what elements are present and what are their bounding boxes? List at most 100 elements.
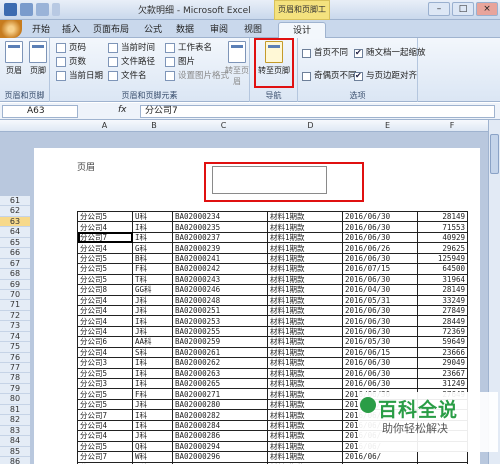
table-cell[interactable]: F科: [132, 263, 173, 275]
table-cell[interactable]: 材料1期款: [267, 273, 343, 286]
tab-data[interactable]: 数据: [172, 22, 198, 38]
table-cell[interactable]: 31249: [417, 377, 468, 390]
table-cell[interactable]: S科: [132, 346, 173, 359]
table-cell[interactable]: 分公司4: [77, 346, 133, 359]
table-cell[interactable]: 材料1期款: [267, 377, 343, 390]
minimize-button[interactable]: –: [428, 2, 450, 16]
column-header-c[interactable]: C: [175, 120, 272, 132]
table-cell[interactable]: 材料1期款: [267, 231, 343, 244]
table-cell[interactable]: AA科: [132, 336, 173, 348]
row-header[interactable]: 80: [0, 394, 30, 405]
qat-dropdown-icon[interactable]: [52, 3, 60, 16]
file-path-button[interactable]: 文件路径: [108, 56, 155, 68]
row-header[interactable]: 84: [0, 436, 30, 447]
table-cell[interactable]: I科: [132, 231, 173, 244]
table-cell[interactable]: 材料1期款: [267, 451, 343, 463]
table-cell[interactable]: 2016/07/15: [342, 263, 418, 275]
table-cell[interactable]: 29049: [417, 357, 468, 369]
table-cell[interactable]: 分公司5: [77, 252, 133, 265]
table-cell[interactable]: 材料1期款: [267, 242, 343, 254]
row-header[interactable]: 83: [0, 425, 30, 437]
table-cell[interactable]: F科: [132, 388, 173, 400]
fx-icon[interactable]: fx: [118, 105, 127, 115]
table-cell[interactable]: BA02000253: [172, 315, 268, 327]
table-cell[interactable]: 材料1期款: [267, 388, 343, 400]
table-cell[interactable]: 28449: [417, 315, 468, 327]
format-picture-button[interactable]: 设置图片格式: [165, 70, 229, 82]
table-cell[interactable]: 2016/06/30: [342, 325, 418, 338]
table-cell[interactable]: BA02000239: [172, 242, 268, 254]
table-cell[interactable]: 2016/06/30: [342, 367, 418, 380]
table-cell[interactable]: 27849: [417, 304, 468, 317]
table-cell[interactable]: 材料1期款: [267, 336, 343, 348]
table-cell[interactable]: 分公司4: [77, 221, 133, 233]
table-cell[interactable]: 28149: [417, 210, 468, 223]
column-header-b[interactable]: B: [133, 120, 175, 132]
table-cell[interactable]: 材料1期款: [267, 398, 343, 411]
table-cell[interactable]: 72369: [417, 325, 468, 338]
table-cell[interactable]: BA02000246: [172, 284, 268, 296]
row-header[interactable]: 73: [0, 321, 30, 332]
table-cell[interactable]: J科: [132, 294, 173, 306]
row-header[interactable]: 68: [0, 269, 30, 280]
table-cell[interactable]: BA02000251: [172, 304, 268, 317]
table-cell[interactable]: 分公司4: [77, 304, 133, 317]
table-cell[interactable]: J科: [132, 325, 173, 338]
row-header[interactable]: 76: [0, 352, 30, 363]
table-cell[interactable]: U科: [132, 210, 173, 223]
table-cell[interactable]: BA02000248: [172, 294, 268, 306]
row-header[interactable]: 81: [0, 404, 30, 416]
table-cell[interactable]: BA02000280: [172, 398, 268, 411]
table-cell[interactable]: 分公司5: [77, 398, 133, 411]
table-cell[interactable]: 2016/06/26: [342, 242, 418, 254]
row-header[interactable]: 79: [0, 383, 30, 395]
row-header[interactable]: 86: [0, 456, 30, 464]
formula-input[interactable]: 分公司7: [140, 105, 495, 118]
table-cell[interactable]: 2016/06/15: [342, 346, 418, 359]
table-cell[interactable]: BA02000243: [172, 273, 268, 286]
row-header[interactable]: 62: [0, 206, 30, 217]
table-cell[interactable]: 40929: [417, 231, 468, 244]
table-cell[interactable]: W科: [132, 451, 173, 463]
table-cell[interactable]: T科: [132, 273, 173, 286]
row-header[interactable]: 72: [0, 310, 30, 322]
table-cell[interactable]: 分公司5: [77, 273, 133, 286]
tab-review[interactable]: 审阅: [206, 22, 232, 38]
row-header[interactable]: 67: [0, 258, 30, 270]
table-cell[interactable]: 材料1期款: [267, 284, 343, 296]
row-header[interactable]: 70: [0, 289, 30, 301]
table-cell[interactable]: 分公司7: [77, 409, 133, 421]
table-cell[interactable]: BA02000282: [172, 409, 268, 421]
table-cell[interactable]: BA02000286: [172, 430, 268, 442]
table-cell[interactable]: I科: [132, 377, 173, 390]
scroll-thumb[interactable]: [490, 134, 499, 174]
table-cell[interactable]: 材料1期款: [267, 419, 343, 432]
table-cell[interactable]: 31964: [417, 273, 468, 286]
current-time-button[interactable]: 当前时间: [108, 42, 155, 54]
tab-design[interactable]: 设计: [278, 22, 326, 38]
scale-with-document-checkbox[interactable]: 随文档一起缩放: [354, 47, 426, 59]
table-cell[interactable]: 材料1期款: [267, 221, 343, 233]
column-header-d[interactable]: D: [272, 120, 349, 132]
table-cell[interactable]: 材料1期款: [267, 210, 343, 223]
table-cell[interactable]: 材料1期款: [267, 409, 343, 421]
table-cell[interactable]: I科: [132, 357, 173, 369]
table-cell[interactable]: I科: [132, 367, 173, 380]
odd-even-different-checkbox[interactable]: 奇偶页不同: [302, 70, 357, 82]
table-cell[interactable]: 材料1期款: [267, 357, 343, 369]
row-header[interactable]: 77: [0, 363, 30, 374]
table-cell[interactable]: 2016/04/30: [342, 284, 418, 296]
table-cell[interactable]: BA02000265: [172, 377, 268, 390]
table-cell[interactable]: 材料1期款: [267, 315, 343, 327]
page-number-button[interactable]: 页码: [56, 42, 86, 54]
sheet-name-button[interactable]: 工作表名: [165, 42, 212, 54]
table-cell[interactable]: 材料1期款: [267, 440, 343, 453]
table-cell[interactable]: 2016/06/30: [342, 273, 418, 286]
first-page-different-checkbox[interactable]: 首页不同: [302, 47, 348, 59]
table-cell[interactable]: 材料1期款: [267, 304, 343, 317]
table-cell[interactable]: BA02000296: [172, 451, 268, 463]
table-cell[interactable]: 33249: [417, 294, 468, 306]
table-cell[interactable]: J科: [132, 430, 173, 442]
table-cell[interactable]: G科: [132, 242, 173, 254]
current-date-button[interactable]: 当前日期: [56, 70, 103, 82]
